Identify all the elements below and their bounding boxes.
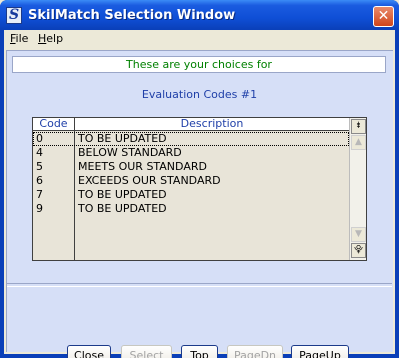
code-cell: 4 xyxy=(36,146,43,159)
table-row[interactable]: 7 TO BE UPDATED xyxy=(33,188,349,202)
menu-file-label: ile xyxy=(15,32,29,45)
table-row[interactable]: 0 TO BE UPDATED xyxy=(33,132,349,146)
table-row[interactable]: 5 MEETS OUR STANDARD xyxy=(33,160,349,174)
scroll-bottom-icon: ⯓ xyxy=(354,245,363,255)
top-button[interactable]: Top xyxy=(181,345,218,358)
scroll-top-button[interactable]: ⯒ xyxy=(351,119,366,134)
choices-header: These are your choices for xyxy=(12,56,386,73)
list-subtitle: Evaluation Codes #1 xyxy=(141,88,258,101)
page-up-button[interactable]: PageUp xyxy=(291,345,349,358)
table-body: 0 TO BE UPDATED 4 BELOW STANDARD 5 MEETS… xyxy=(33,132,349,216)
close-button[interactable]: Close xyxy=(67,345,111,358)
menu-help-label: elp xyxy=(46,32,64,45)
window-title: SkilMatch Selection Window xyxy=(28,8,236,23)
content-panel: These are your choices for Evaluation Co… xyxy=(6,50,393,358)
code-cell: 7 xyxy=(36,188,43,201)
title-bar[interactable]: S SkilMatch Selection Window ✕ xyxy=(0,0,399,30)
select-button[interactable]: Select xyxy=(121,345,172,358)
column-header-code[interactable]: Code xyxy=(33,118,75,130)
description-cell: MEETS OUR STANDARD xyxy=(78,160,207,173)
page-down-button[interactable]: PageDn xyxy=(227,345,283,358)
table-header: Code Description xyxy=(33,118,349,131)
close-window-button[interactable]: ✕ xyxy=(373,6,394,27)
description-cell: TO BE UPDATED xyxy=(78,132,167,145)
description-cell: BELOW STANDARD xyxy=(78,146,182,159)
description-cell: TO BE UPDATED xyxy=(78,202,167,215)
description-cell: EXCEEDS OUR STANDARD xyxy=(78,174,221,187)
column-header-description[interactable]: Description xyxy=(75,118,349,130)
menu-bar: File Help xyxy=(4,30,395,48)
menu-file[interactable]: File xyxy=(10,32,28,45)
code-cell: 9 xyxy=(36,202,43,215)
table-row[interactable]: 6 EXCEEDS OUR STANDARD xyxy=(33,174,349,188)
scroll-up-button[interactable]: ▲ xyxy=(351,135,366,150)
description-cell: TO BE UPDATED xyxy=(78,188,167,201)
code-cell: 5 xyxy=(36,160,43,173)
table-row[interactable]: 4 BELOW STANDARD xyxy=(33,146,349,160)
vertical-scrollbar[interactable]: ⯒ ▲ ▼ ⯓ xyxy=(349,118,366,260)
scroll-down-button[interactable]: ▼ xyxy=(351,227,366,242)
arrow-up-icon: ▲ xyxy=(355,137,362,147)
separator xyxy=(7,283,392,287)
arrow-down-icon: ▼ xyxy=(355,229,362,239)
table-row[interactable]: 9 TO BE UPDATED xyxy=(33,202,349,216)
codes-table: Code Description 0 TO BE UPDATED 4 BELOW… xyxy=(32,117,367,261)
menu-help[interactable]: Help xyxy=(38,32,63,45)
app-icon: S xyxy=(6,7,22,24)
code-cell: 0 xyxy=(36,132,43,145)
scroll-bottom-button[interactable]: ⯓ xyxy=(351,243,366,258)
scroll-top-icon: ⯒ xyxy=(356,121,361,131)
code-cell: 6 xyxy=(36,174,43,187)
selection-window: S SkilMatch Selection Window ✕ File Help… xyxy=(0,0,399,358)
window-client: File Help These are your choices for Eva… xyxy=(4,30,395,358)
